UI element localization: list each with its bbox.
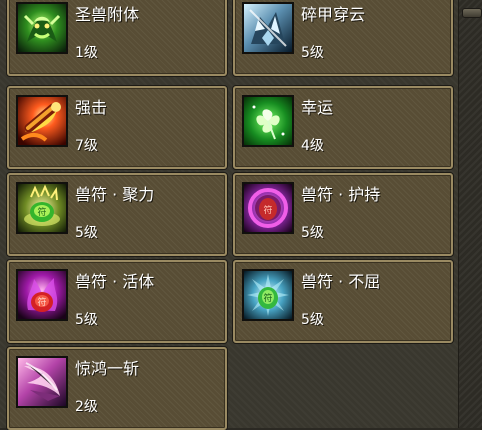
skill-level: 5级: [301, 312, 324, 328]
skill-name: 兽符 · 活体: [75, 272, 155, 291]
red-rune-purple-orb-icon: 符: [242, 182, 294, 234]
skill-name: 兽符 · 护持: [301, 185, 381, 204]
skill-name: 强击: [75, 98, 108, 117]
skill-level: 5级: [75, 225, 98, 241]
four-leaf-clover-icon: [242, 95, 294, 147]
skill-level: 5级: [301, 45, 324, 61]
skill-card[interactable]: 符 兽符 · 不屈 5级: [233, 260, 453, 343]
green-rune-stone-icon: 符: [16, 182, 68, 234]
skill-level: 2级: [75, 399, 98, 415]
skill-name: 兽符 · 聚力: [75, 185, 155, 204]
scrollbar[interactable]: [458, 0, 482, 428]
armored-wolf-icon: [242, 2, 294, 54]
svg-text:符: 符: [263, 292, 272, 304]
skill-level: 7级: [75, 138, 98, 154]
skill-card[interactable]: 强击 7级: [7, 86, 227, 169]
skill-name: 幸运: [301, 98, 334, 117]
skill-card[interactable]: 符 兽符 · 活体 5级: [7, 260, 227, 343]
green-dragon-icon: [16, 2, 68, 54]
svg-text:符: 符: [37, 206, 46, 218]
green-rune-blue-flame-icon: 符: [242, 269, 294, 321]
skill-name: 兽符 · 不屈: [301, 272, 381, 291]
skill-card[interactable]: 圣兽附体 1级: [7, 0, 227, 76]
skill-card[interactable]: 符 兽符 · 聚力 5级: [7, 173, 227, 256]
flaming-hammer-icon: [16, 95, 68, 147]
skill-name: 碎甲穿云: [301, 5, 366, 24]
skill-card[interactable]: 符 兽符 · 护持 5级: [233, 173, 453, 256]
svg-text:符: 符: [263, 204, 272, 216]
scrollbar-thumb[interactable]: [462, 8, 482, 18]
skill-name: 惊鸿一斩: [75, 359, 140, 378]
skill-level: 4级: [301, 138, 324, 154]
red-rune-magenta-flame-icon: 符: [16, 269, 68, 321]
skill-level: 5级: [75, 312, 98, 328]
skill-level: 1级: [75, 45, 98, 61]
skill-card[interactable]: 碎甲穿云 5级: [233, 0, 453, 76]
skill-card[interactable]: 惊鸿一斩 2级: [7, 347, 227, 430]
skill-card[interactable]: 幸运 4级: [233, 86, 453, 169]
svg-text:符: 符: [37, 296, 46, 308]
skill-name: 圣兽附体: [75, 5, 140, 24]
pink-wing-slash-icon: [16, 356, 68, 408]
skill-level: 5级: [301, 225, 324, 241]
